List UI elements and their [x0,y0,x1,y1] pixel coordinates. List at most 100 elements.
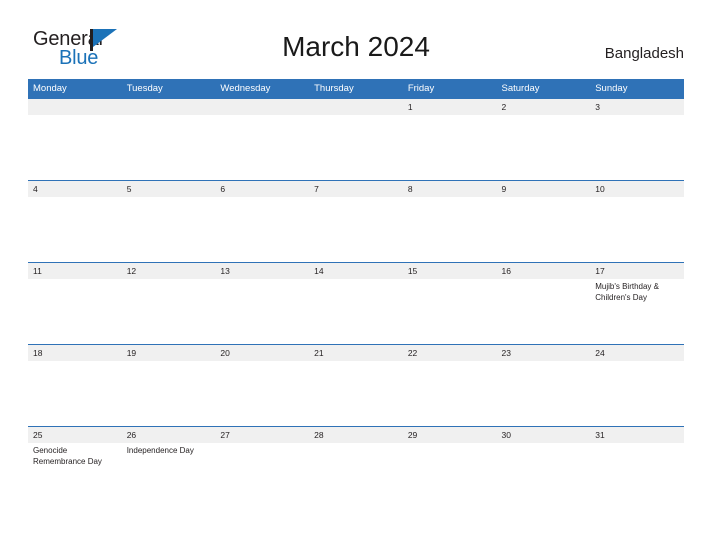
day-number: 9 [496,181,591,197]
day-cell-content: 12 [121,263,216,344]
calendar-day-cell[interactable]: 28 [309,426,403,508]
day-number: 28 [309,427,403,443]
holiday-event-label: Independence Day [126,446,194,455]
calendar-day-cell[interactable]: 19 [121,344,216,427]
day-number: 19 [121,345,216,361]
calendar-day-cell[interactable] [215,98,310,181]
calendar-day-cell[interactable]: 4 [28,180,122,263]
calendar-day-cell[interactable]: 29 [402,426,497,508]
day-cell-content: 4 [28,181,122,262]
calendar-day-cell[interactable]: 13 [215,262,310,345]
weekday-header-monday: Monday [28,79,122,99]
day-number: 18 [28,345,122,361]
day-number [309,99,403,115]
calendar-day-cell[interactable]: 16 [496,262,591,345]
calendar-day-cell[interactable]: 12 [121,262,216,345]
day-number: 26 [121,427,216,443]
calendar-day-cell[interactable]: 21 [309,344,403,427]
day-cell-content: 30 [496,427,591,508]
calendar-day-cell[interactable]: 18 [28,344,122,427]
day-number: 13 [215,263,310,279]
country-label: Bangladesh [604,45,684,62]
day-number: 20 [215,345,310,361]
calendar-day-cell[interactable]: 27 [215,426,310,508]
day-cell-content: 11 [28,263,122,344]
day-number: 27 [215,427,310,443]
calendar-body: 1 2 3 4 5 6 7 8 9 10 11 12 13 14 15 16 17 Mujib's Birthda… [28,98,684,508]
day-number: 6 [215,181,310,197]
day-number: 23 [496,345,591,361]
day-number: 31 [590,427,684,443]
calendar-day-cell[interactable]: 3 [590,98,684,181]
day-cell-content [28,99,122,180]
day-cell-content: 9 [496,181,591,262]
day-number [121,99,216,115]
day-number: 10 [590,181,684,197]
day-number: 4 [28,181,122,197]
day-number: 7 [309,181,403,197]
day-number: 29 [402,427,497,443]
calendar-day-cell[interactable]: 30 [496,426,591,508]
day-cell-content: 10 [590,181,684,262]
calendar-day-cell[interactable]: 14 [309,262,403,345]
calendar-day-cell[interactable]: 17 Mujib's Birthday & Children's Day [590,262,684,345]
day-number: 1 [402,99,497,115]
day-cell-content [215,99,310,180]
calendar-day-cell[interactable]: 8 [402,180,497,263]
calendar-week-row: 123 [28,98,684,181]
day-number: 5 [121,181,216,197]
weekday-header-row: Monday Tuesday Wednesday Thursday Friday… [28,79,684,99]
calendar-day-cell[interactable]: 5 [121,180,216,263]
calendar-day-cell[interactable]: 23 [496,344,591,427]
day-number: 22 [402,345,497,361]
day-number: 3 [590,99,684,115]
day-number: 12 [121,263,216,279]
calendar-week-row: 4 5 6 7 8 9 10 [28,180,684,263]
calendar-day-cell[interactable]: 31 [590,426,684,508]
calendar-day-cell[interactable]: 9 [496,180,591,263]
day-cell-content: 31 [590,427,684,508]
calendar-day-cell[interactable]: 10 [590,180,684,263]
calendar-day-cell[interactable]: 11 [28,262,122,345]
day-cell-content: 15 [402,263,497,344]
calendar-day-cell[interactable] [121,98,216,181]
day-cell-content: 13 [215,263,310,344]
day-cell-content: 23 [496,345,591,426]
day-cell-content: 3 [590,99,684,180]
weekday-header-sunday: Sunday [590,79,684,99]
day-cell-content: 16 [496,263,591,344]
calendar-day-cell[interactable]: 25 Genocide Remembrance Day [28,426,122,508]
day-number: 24 [590,345,684,361]
calendar-day-cell[interactable]: 6 [215,180,310,263]
day-cell-content: 18 [28,345,122,426]
day-number: 30 [496,427,591,443]
day-number [28,99,122,115]
month-calendar-table: Monday Tuesday Wednesday Thursday Friday… [28,79,684,508]
calendar-day-cell[interactable]: 2 [496,98,591,181]
calendar-day-cell[interactable]: 7 [309,180,403,263]
day-number [215,99,310,115]
calendar-header-row: Monday Tuesday Wednesday Thursday Friday… [28,79,684,99]
calendar-day-cell[interactable]: 22 [402,344,497,427]
calendar-day-cell[interactable]: 24 [590,344,684,427]
day-cell-content: 24 [590,345,684,426]
day-number: 2 [496,99,591,115]
calendar-day-cell[interactable]: 1 [402,98,497,181]
calendar-day-cell[interactable]: 15 [402,262,497,345]
day-number: 8 [402,181,497,197]
weekday-header-thursday: Thursday [309,79,403,99]
day-cell-content: 14 [309,263,403,344]
day-number: 25 [28,427,122,443]
day-cell-content: 8 [402,181,497,262]
day-cell-content: 2 [496,99,591,180]
day-cell-content: 21 [309,345,403,426]
calendar-day-cell[interactable] [309,98,403,181]
day-number: 21 [309,345,403,361]
day-number: 11 [28,263,122,279]
calendar-day-cell[interactable]: 26 Independence Day [121,426,216,508]
calendar-day-cell[interactable] [28,98,122,181]
holiday-event-label: Mujib's Birthday & Children's Day [595,282,659,302]
calendar-day-cell[interactable]: 20 [215,344,310,427]
day-number: 17 [590,263,684,279]
weekday-header-saturday: Saturday [496,79,591,99]
